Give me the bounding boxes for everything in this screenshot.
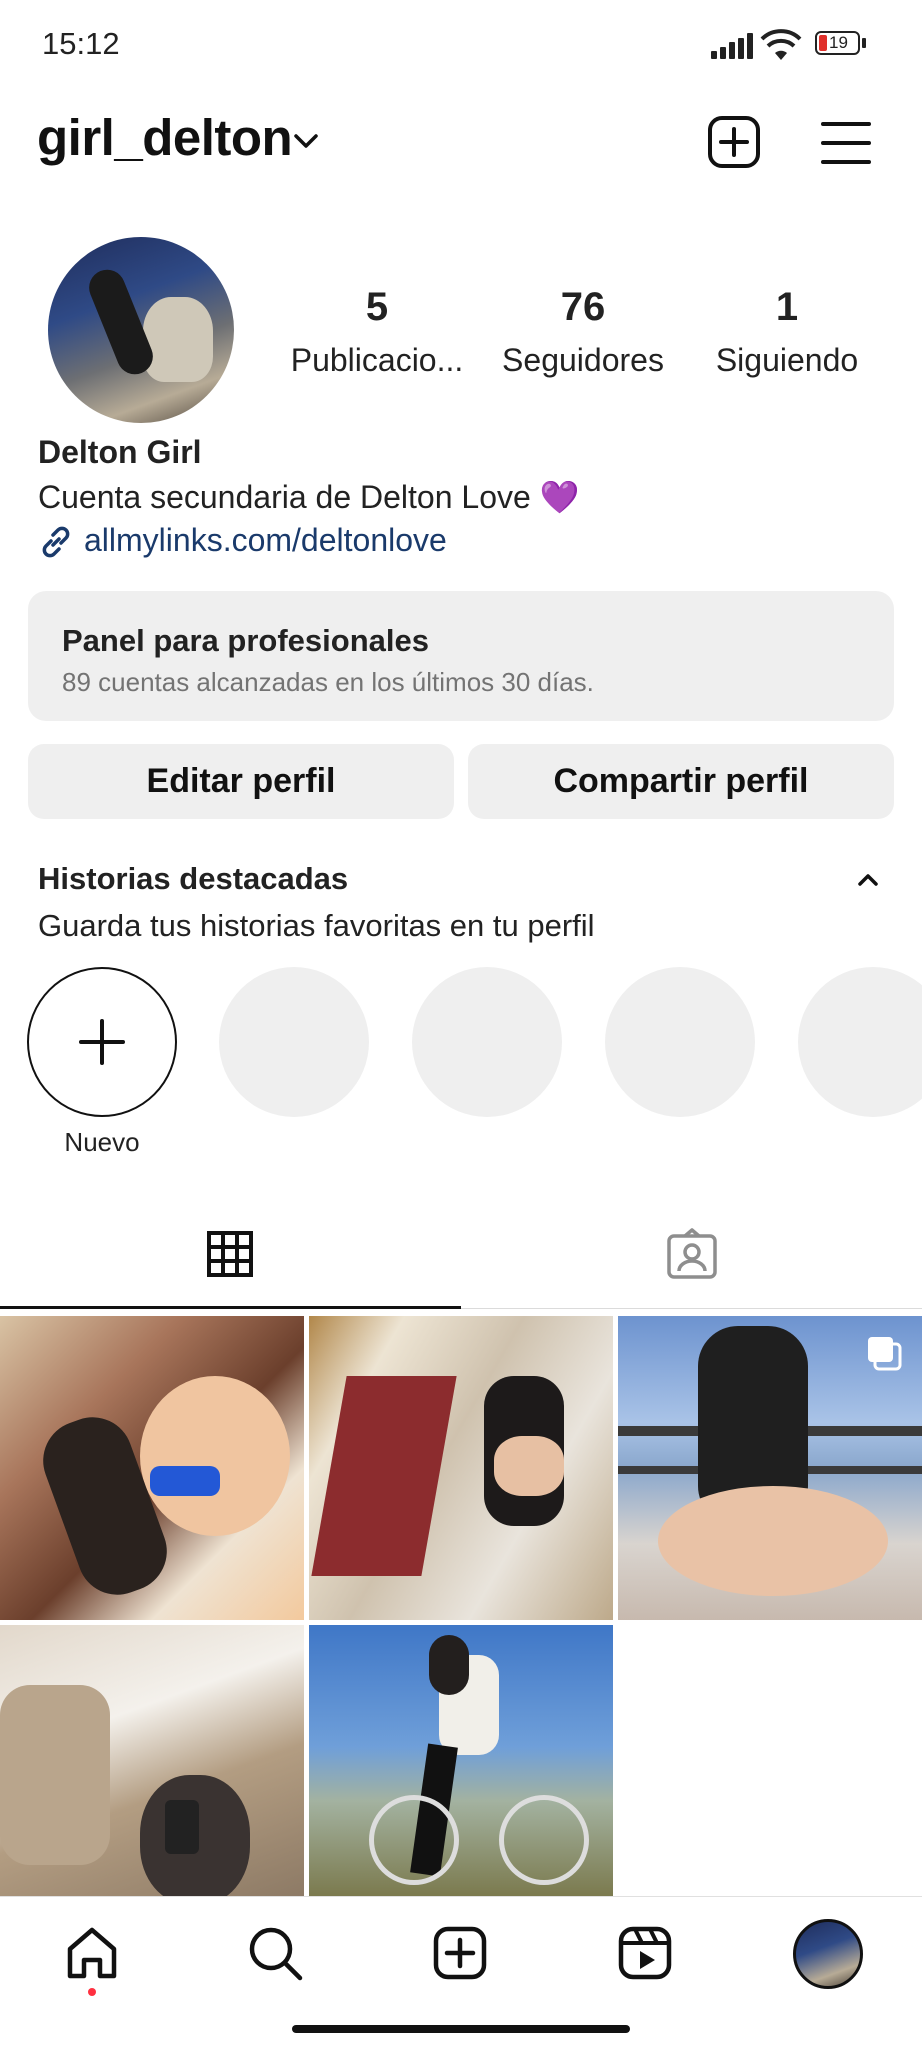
followers-count: 76 — [560, 285, 606, 329]
profile-link[interactable]: allmylinks.com/deltonlove — [84, 522, 447, 559]
posts-stat[interactable]: 5 Publicacio... — [277, 285, 477, 379]
post-thumbnail[interactable] — [0, 1316, 304, 1620]
wifi-icon — [760, 29, 802, 60]
chevron-down-icon[interactable] — [292, 131, 320, 151]
battery-icon: 19 — [815, 31, 867, 57]
link-icon — [42, 526, 70, 558]
notification-dot — [88, 1988, 96, 1996]
profile-username[interactable]: girl_delton — [37, 108, 293, 167]
highlight-placeholder — [605, 967, 755, 1117]
menu-icon[interactable] — [821, 120, 871, 166]
following-label: Siguiendo — [715, 342, 859, 378]
grid-icon[interactable] — [206, 1230, 254, 1278]
reels-icon[interactable] — [618, 1926, 672, 1980]
professional-dashboard-panel[interactable]: Panel para profesionales 89 cuentas alca… — [28, 591, 894, 721]
new-post-icon[interactable] — [707, 115, 761, 169]
plus-icon — [79, 1019, 125, 1065]
post-thumbnail[interactable] — [309, 1316, 613, 1620]
pro-panel-title: Panel para profesionales — [62, 623, 429, 658]
status-time: 15:12 — [42, 26, 120, 61]
create-icon[interactable] — [433, 1926, 487, 1980]
search-icon[interactable] — [247, 1925, 305, 1983]
display-name: Delton Girl — [38, 434, 202, 470]
profile-avatar[interactable] — [48, 237, 234, 423]
home-indicator — [292, 2025, 630, 2033]
highlight-placeholder — [219, 967, 369, 1117]
highlight-placeholder — [412, 967, 562, 1117]
pro-panel-subtitle: 89 cuentas alcanzadas en los últimos 30 … — [62, 667, 594, 697]
post-thumbnail[interactable] — [618, 1316, 922, 1620]
posts-count: 5 — [365, 285, 389, 329]
carousel-icon — [868, 1337, 902, 1371]
highlight-placeholder — [798, 967, 922, 1117]
battery-level: 19 — [829, 33, 848, 52]
bio-text: Cuenta secundaria de Delton Love 💜 — [38, 479, 580, 515]
highlights-title: Historias destacadas — [38, 861, 349, 896]
new-highlight-button[interactable] — [27, 967, 177, 1117]
followers-stat[interactable]: 76 Seguidores — [483, 285, 683, 379]
active-tab-indicator — [0, 1306, 461, 1309]
post-thumbnail[interactable] — [0, 1625, 304, 1896]
edit-profile-button[interactable]: Editar perfil — [28, 744, 454, 819]
following-stat[interactable]: 1 Siguiendo — [687, 285, 887, 379]
posts-label: Publicacio... — [290, 342, 464, 378]
followers-label: Seguidores — [502, 342, 664, 378]
tagged-icon[interactable] — [666, 1228, 718, 1280]
following-count: 1 — [775, 285, 799, 329]
home-icon[interactable] — [64, 1925, 120, 1981]
post-thumbnail[interactable] — [309, 1625, 613, 1896]
new-highlight-label: Nuevo — [64, 1127, 140, 1157]
signal-icon — [711, 33, 753, 59]
chevron-up-icon[interactable] — [857, 872, 879, 888]
share-profile-button[interactable]: Compartir perfil — [468, 744, 894, 819]
highlights-subtitle: Guarda tus historias favoritas en tu per… — [38, 908, 595, 943]
profile-avatar[interactable] — [793, 1919, 863, 1989]
